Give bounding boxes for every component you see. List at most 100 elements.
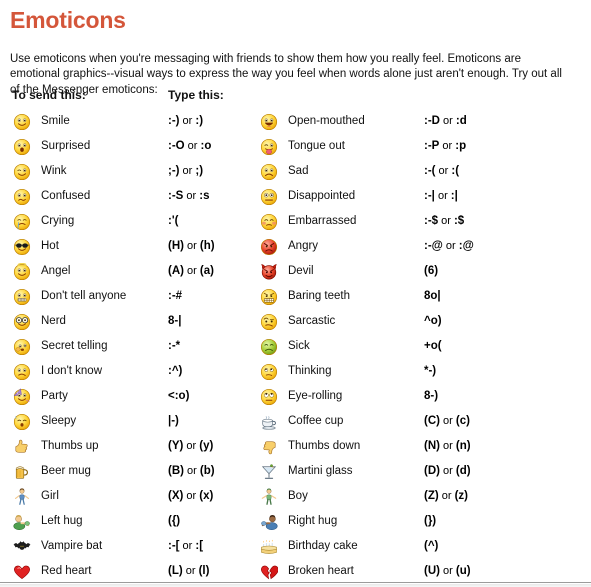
header-to-send-this: To send this: [12, 88, 86, 102]
emoticon-label: Birthday cake [288, 540, 358, 552]
emoticon-label: Embarrassed [288, 215, 357, 227]
emoticon-label: Nerd [41, 315, 66, 327]
emoticon-label: Disappointed [288, 190, 356, 202]
emoticon-code: <:o) [168, 390, 190, 402]
emoticon-label: I don't know [41, 365, 103, 377]
emoticon-row: Martini glass (D) or (d) [247, 460, 547, 485]
emoticon-code: (Z) or (z) [424, 490, 469, 502]
emoticon-code: :-O or :o [168, 140, 212, 152]
emoticon-row: Coffee cup (C) or (c) [247, 410, 547, 435]
emoticon-label: Hot [41, 240, 59, 252]
emoticon-code: 8o| [424, 290, 441, 302]
emoticon-code: :-| or :| [424, 190, 458, 202]
emoticon-code: :-P or :p [424, 140, 467, 152]
emoticon-code: :-# [168, 290, 183, 302]
emoticon-label: Tongue out [288, 140, 345, 152]
emoticon-row: Disappointed :-| or :| [247, 185, 547, 210]
emoticon-code: ;-) or ;) [168, 165, 204, 177]
emoticon-code: :-[ or :[ [168, 540, 204, 552]
emoticon-label: Sad [288, 165, 309, 177]
emoticon-code: (^) [424, 540, 439, 552]
emoticon-label: Sleepy [41, 415, 77, 427]
emoticon-code: (U) or (u) [424, 565, 471, 577]
emoticon-code: ^o) [424, 315, 442, 327]
emoticon-label: Boy [288, 490, 308, 502]
emoticon-column-right: Open-mouthed :-D or :d Tongue out :-P or :p… [247, 110, 547, 585]
emoticon-code: :^) [168, 365, 183, 377]
emoticon-code: :-* [168, 340, 181, 352]
emoticon-label: Wink [41, 165, 67, 177]
column-headers: To send this: Type this: [0, 88, 591, 108]
emoticon-code: :'( [168, 215, 179, 227]
emoticon-code: *-) [424, 365, 437, 377]
emoticon-label: Red heart [41, 565, 92, 577]
emoticon-label: Thinking [288, 365, 332, 377]
emoticon-row: Embarrassed :-$ or :$ [247, 210, 547, 235]
emoticon-code: (L) or (l) [168, 565, 210, 577]
emoticon-row: Sick +o( [247, 335, 547, 360]
emoticon-code: :-( or :( [424, 165, 460, 177]
emoticon-code: (}) [424, 515, 437, 527]
emoticon-code: (D) or (d) [424, 465, 471, 477]
emoticon-row: Eye-rolling 8-) [247, 385, 547, 410]
emoticon-label: Angry [288, 240, 319, 252]
emoticon-label: Don't tell anyone [41, 290, 127, 302]
emoticon-label: Devil [288, 265, 314, 277]
emoticon-code: (N) or (n) [424, 440, 471, 452]
emoticon-row: Sad :-( or :( [247, 160, 547, 185]
emoticon-row: Open-mouthed :-D or :d [247, 110, 547, 135]
emoticon-label: Right hug [288, 515, 338, 527]
emoticon-label: Broken heart [288, 565, 354, 577]
header-type-this: Type this: [168, 88, 224, 102]
emoticon-code: :-S or :s [168, 190, 210, 202]
emoticon-code: (C) or (c) [424, 415, 470, 427]
emoticon-row: Right hug (}) [247, 510, 547, 535]
emoticon-code: (B) or (b) [168, 465, 215, 477]
emoticon-label: Crying [41, 215, 75, 227]
emoticon-label: Left hug [41, 515, 83, 527]
emoticon-code: :-@ or :@ [424, 240, 474, 252]
emoticon-label: Sick [288, 340, 310, 352]
emoticon-code: 8-| [168, 315, 182, 327]
emoticon-label: Coffee cup [288, 415, 344, 427]
emoticon-code: (H) or (h) [168, 240, 215, 252]
emoticon-row: Birthday cake (^) [247, 535, 547, 560]
emoticon-row: Thumbs down (N) or (n) [247, 435, 547, 460]
emoticon-row: Boy (Z) or (z) [247, 485, 547, 510]
emoticon-code: (X) or (x) [168, 490, 214, 502]
emoticon-row: Devil (6) [247, 260, 547, 285]
emoticon-row: Baring teeth 8o| [247, 285, 547, 310]
emoticon-code: (Y) or (y) [168, 440, 214, 452]
emoticon-label: Thumbs up [41, 440, 99, 452]
emoticon-label: Girl [41, 490, 59, 502]
emoticon-code: :-$ or :$ [424, 215, 465, 227]
emoticon-label: Sarcastic [288, 315, 336, 327]
page-title: Emoticons [10, 7, 126, 33]
emoticon-label: Secret telling [41, 340, 108, 352]
emoticon-label: Baring teeth [288, 290, 351, 302]
emoticon-label: Martini glass [288, 465, 353, 477]
emoticon-label: Confused [41, 190, 91, 202]
bottom-divider [0, 582, 591, 587]
emoticon-row: Tongue out :-P or :p [247, 135, 547, 160]
emoticon-code: :-) or :) [168, 115, 204, 127]
emoticon-code: (6) [424, 265, 439, 277]
emoticon-code: |-) [168, 415, 179, 427]
emoticon-label: Thumbs down [288, 440, 361, 452]
emoticons-page: Emoticons Use emoticons when you're mess… [0, 0, 591, 587]
emoticon-label: Party [41, 390, 68, 402]
emoticon-label: Angel [41, 265, 71, 277]
emoticon-label: Vampire bat [41, 540, 103, 552]
emoticon-label: Smile [41, 115, 70, 127]
emoticon-row: Thinking *-) [247, 360, 547, 385]
emoticon-code: +o( [424, 340, 442, 352]
emoticon-code: (A) or (a) [168, 265, 214, 277]
emoticon-code: 8-) [424, 390, 439, 402]
emoticon-row: Sarcastic ^o) [247, 310, 547, 335]
emoticon-code: ({) [168, 515, 181, 527]
emoticon-label: Surprised [41, 140, 91, 152]
emoticon-row: Angry :-@ or :@ [247, 235, 547, 260]
emoticon-label: Open-mouthed [288, 115, 365, 127]
emoticon-label: Beer mug [41, 465, 91, 477]
emoticon-code: :-D or :d [424, 115, 467, 127]
